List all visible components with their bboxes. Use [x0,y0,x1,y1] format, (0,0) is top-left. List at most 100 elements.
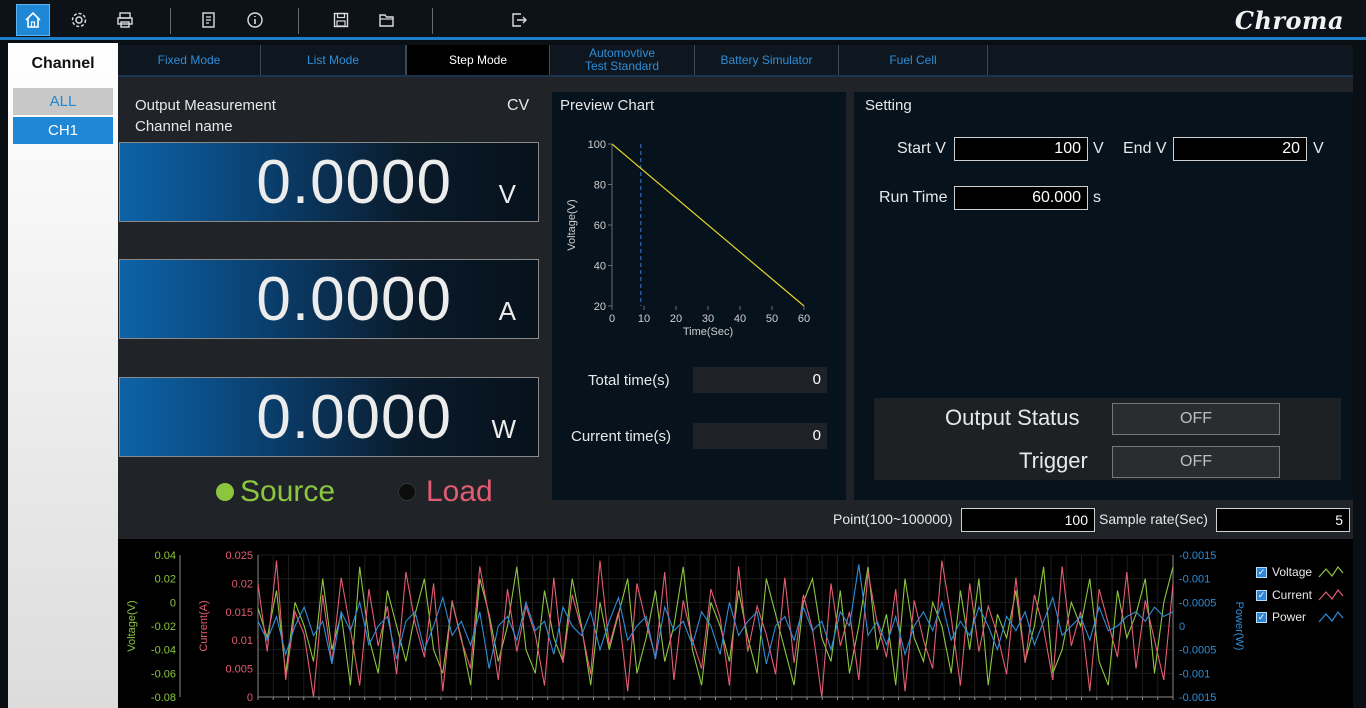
power-value: 0.0000 [256,383,452,452]
tab-battery-simulator[interactable]: Battery Simulator [695,45,839,75]
home-icon[interactable] [16,4,50,36]
voltage-display: 0.0000 V [119,142,539,222]
tab-fuel-cell[interactable]: Fuel Cell [839,45,988,75]
total-time-label: Total time(s) [588,372,670,389]
output-status-button[interactable]: OFF [1112,403,1280,435]
legend-current-swatch-icon [1318,588,1344,601]
legend-power[interactable]: ✓ Power [1256,610,1344,624]
preview-y-axis-label: Voltage(V) [566,199,578,250]
open-folder-icon[interactable] [370,4,404,36]
trigger-label: Trigger [1019,448,1088,473]
channel-name-label: Channel name [135,118,233,135]
monitor-power-tick-label: 0 [1179,621,1185,633]
power-checkbox-icon[interactable]: ✓ [1256,611,1267,623]
monitor-current-tick-label: 0 [247,692,253,704]
end-v-label: End V [1123,140,1167,157]
legend-voltage[interactable]: ✓ Voltage [1256,565,1344,579]
point-input[interactable]: 100 [961,508,1095,532]
mode-indicator: CV [507,97,530,114]
brand-logo: Chroma [1234,6,1344,35]
monitor-voltage-tick-label: -0.04 [151,645,176,657]
power-unit: W [491,414,516,444]
info-icon[interactable] [238,4,272,36]
legend-current[interactable]: ✓ Current [1256,588,1344,602]
current-unit: A [498,296,516,326]
start-v-input[interactable]: 100 [954,137,1088,161]
exit-icon[interactable] [502,4,536,36]
monitor-voltage-axis-label: Voltage(V) [126,600,138,651]
point-label: Point(100~100000) [833,511,953,527]
source-label: Source [240,475,336,508]
monitor-voltage-tick-label: -0.06 [151,668,176,680]
preview-x-tick-label: 40 [734,313,746,325]
source-radio-dot-icon [216,483,234,501]
source-radio[interactable]: Source [216,475,335,509]
preview-y-tick-label: 20 [594,301,606,313]
load-radio-dot-icon [398,483,416,501]
start-v-label: Start V [897,140,946,157]
monitor-current-tick-label: 0.015 [225,607,253,619]
monitor-current-axis-label: Current(A) [198,600,210,651]
tab-step-mode[interactable]: Step Mode [406,45,550,75]
current-value: 0.0000 [256,265,452,334]
channel-item-ch1[interactable]: CH1 [13,117,113,144]
voltage-unit: V [498,179,516,209]
toolbar-separator [432,8,433,34]
preview-y-tick-label: 40 [594,261,606,273]
current-time-value: 0 [693,423,827,449]
voltage-value: 0.0000 [256,148,452,217]
total-time-value: 0 [693,367,827,393]
start-v-unit: V [1093,140,1104,157]
current-checkbox-icon[interactable]: ✓ [1256,589,1267,601]
print-icon[interactable] [108,4,142,36]
monitor-power-tick-label: -0.0005 [1179,645,1216,657]
monitor-voltage-tick-label: -0.08 [151,692,176,704]
monitor-current-tick-label: 0.025 [225,550,253,562]
monitor-power-tick-label: -0.0005 [1179,597,1216,609]
preview-x-tick-label: 0 [609,313,615,325]
run-time-input[interactable]: 60.000 [954,186,1088,210]
channel-item-all[interactable]: ALL [13,88,113,115]
sample-rate-input[interactable]: 5 [1216,508,1350,532]
legend-power-label: Power [1272,610,1307,624]
load-label: Load [426,475,493,508]
trigger-button[interactable]: OFF [1112,446,1280,478]
monitor-power-axis-label: Power(W) [1233,602,1245,651]
monitor-current-tick-label: 0.005 [225,664,253,676]
legend-voltage-swatch-icon [1318,565,1344,578]
preview-x-tick-label: 20 [670,313,682,325]
end-v-input[interactable]: 20 [1173,137,1307,161]
load-radio[interactable]: Load [398,475,493,509]
monitor-chart: 0.04 0.02 0 -0.02 -0.04 -0.06 -0.08 0.025 0.02 0.… [126,550,1245,704]
run-time-label: Run Time [879,189,948,206]
report-icon[interactable] [192,4,226,36]
current-display: 0.0000 A [119,259,539,339]
settings-icon[interactable] [62,4,96,36]
tab-fixed-mode[interactable]: Fixed Mode [118,45,261,75]
preview-y-tick-label: 80 [594,180,606,192]
channel-title: Channel [31,55,95,72]
preview-y-tick-label: 60 [594,220,606,232]
voltage-checkbox-icon[interactable]: ✓ [1256,566,1267,578]
preview-x-tick-label: 30 [702,313,714,325]
output-status-label: Output Status [945,405,1080,430]
output-measurement-title: Output Measurement [135,97,276,114]
tab-list-mode[interactable]: List Mode [261,45,406,75]
monitor-voltage-tick-label: -0.02 [151,621,176,633]
toolbar-separator [298,8,299,34]
preview-x-tick-label: 60 [798,313,810,325]
monitor-power-tick-label: -0.001 [1179,668,1210,680]
power-display: 0.0000 W [119,377,539,457]
channel-sidebar: Channel ALL CH1 [8,43,118,708]
preview-chart-title: Preview Chart [560,97,655,114]
tab-automotive-test-standard[interactable]: Automovtive Test Standard [550,45,695,75]
top-toolbar: Chroma [0,0,1366,40]
monitor-current-tick-label: 0.02 [232,578,253,590]
end-v-unit: V [1313,140,1324,157]
mode-tabs: Fixed Mode List Mode Step Mode Automovti… [118,45,1353,77]
monitor-current-tick-label: 0.01 [232,635,253,647]
save-icon[interactable] [324,4,358,36]
sample-rate-label: Sample rate(Sec) [1099,511,1208,527]
current-time-label: Current time(s) [571,428,672,445]
preview-x-axis-label: Time(Sec) [683,326,733,338]
